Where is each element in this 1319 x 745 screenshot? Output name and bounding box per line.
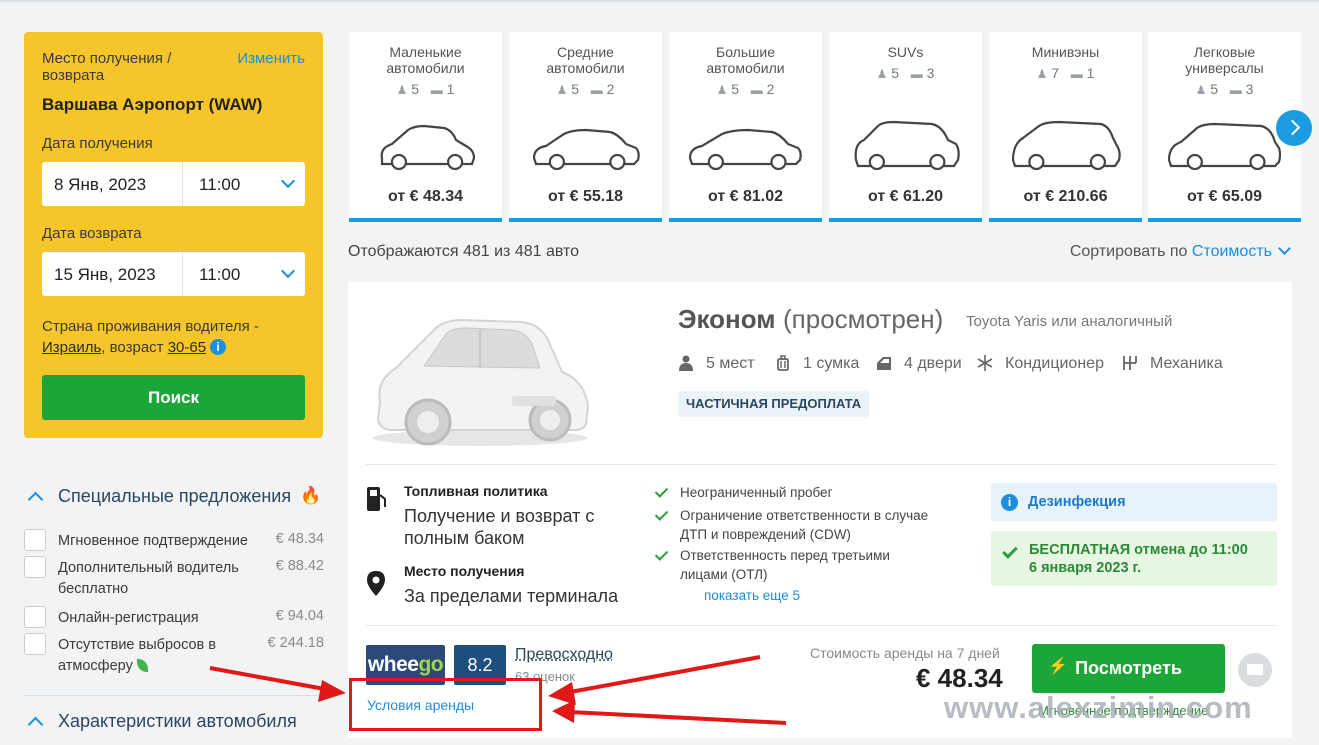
annotation-highlight-box — [349, 678, 542, 731]
annotation-arrows — [209, 655, 787, 725]
annotation-arrow-lower — [569, 710, 787, 725]
watermark: www.alexzimin.com — [944, 690, 1253, 725]
annotation-arrow-upper — [564, 655, 761, 695]
annotation-arrow-left — [209, 666, 331, 692]
